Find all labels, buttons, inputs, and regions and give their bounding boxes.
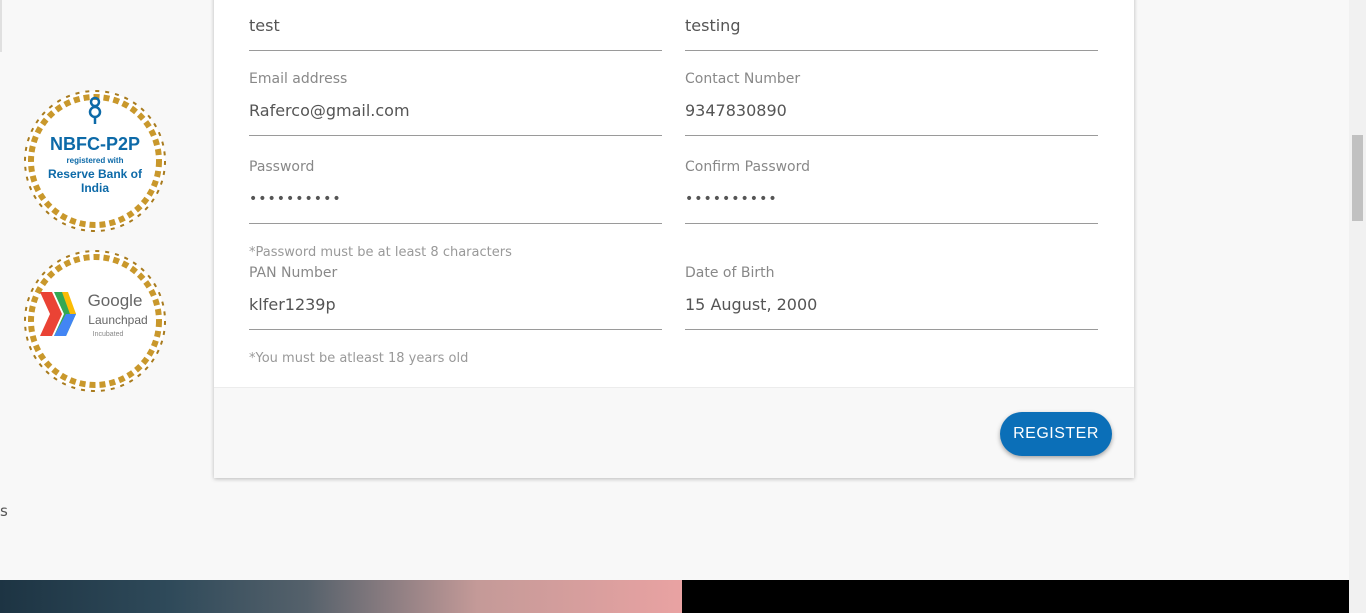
contact-number-label: Contact Number — [685, 71, 801, 87]
email-input[interactable]: Raferco@gmail.com — [249, 101, 662, 136]
nbfc-line4: India — [81, 181, 109, 195]
left-edge-divider — [0, 0, 2, 52]
scrollbar-thumb[interactable] — [1352, 135, 1363, 221]
contact-number-field[interactable]: Contact Number 9347830890 — [685, 71, 1098, 136]
date-of-birth-field[interactable]: Date of Birth 15 August, 2000 — [685, 265, 1098, 330]
google-launchpad-badge: Google Launchpad Incubated — [24, 250, 166, 392]
confirm-password-label: Confirm Password — [685, 159, 811, 175]
nbfc-line2: registered with — [67, 156, 124, 165]
registration-form-card: test testing Email address Raferco@gmail… — [214, 0, 1134, 478]
date-of-birth-label: Date of Birth — [685, 265, 775, 281]
pan-number-field[interactable]: PAN Number klfer1239p — [249, 265, 662, 330]
email-field[interactable]: Email address Raferco@gmail.com — [249, 71, 662, 136]
form-footer: REGISTER — [214, 387, 1134, 478]
google-line1: Google — [88, 291, 143, 310]
confirm-password-input[interactable]: •••••••••• — [685, 189, 1098, 224]
cut-off-text: s — [0, 502, 8, 520]
password-field[interactable]: Password •••••••••• — [249, 159, 662, 224]
pan-number-input[interactable]: klfer1239p — [249, 295, 662, 330]
password-hint: *Password must be at least 8 characters — [249, 245, 512, 260]
google-line2: Launchpad — [88, 313, 147, 327]
password-label: Password — [249, 159, 315, 175]
email-label: Email address — [249, 71, 348, 87]
hero-image-strip — [0, 580, 682, 613]
page-scrollbar[interactable] — [1349, 0, 1366, 613]
contact-number-input[interactable]: 9347830890 — [685, 101, 1098, 136]
last-name-input[interactable]: testing — [685, 16, 1098, 51]
first-name-input[interactable]: test — [249, 16, 662, 51]
age-hint: *You must be atleast 18 years old — [249, 351, 469, 366]
confirm-password-field[interactable]: Confirm Password •••••••••• — [685, 159, 1098, 224]
dark-panel-strip — [682, 580, 1349, 613]
register-button[interactable]: REGISTER — [1000, 412, 1112, 456]
password-input[interactable]: •••••••••• — [249, 189, 662, 224]
nbfc-line1: NBFC-P2P — [50, 134, 140, 154]
nbfc-line3: Reserve Bank of — [48, 167, 143, 181]
nbfc-p2p-rbi-badge: NBFC-P2P registered with Reserve Bank of… — [24, 90, 166, 232]
last-name-field[interactable]: testing — [685, 0, 1098, 51]
pan-number-label: PAN Number — [249, 265, 338, 281]
google-line3: Incubated — [93, 331, 124, 338]
date-of-birth-input[interactable]: 15 August, 2000 — [685, 295, 1098, 330]
first-name-field[interactable]: test — [249, 0, 662, 51]
